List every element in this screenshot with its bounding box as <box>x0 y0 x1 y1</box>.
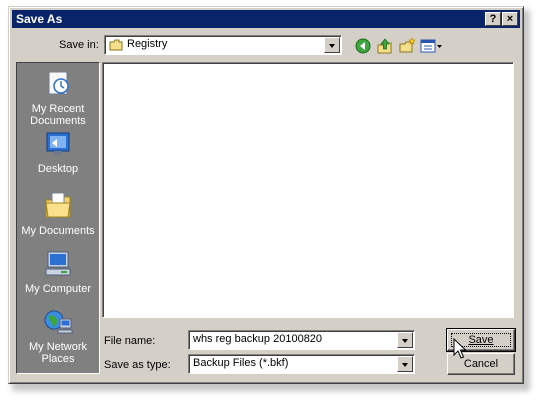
place-my-computer[interactable]: My Computer <box>17 249 99 295</box>
file-name-field[interactable]: whs reg backup 20100820 <box>188 330 415 350</box>
file-name-value: whs reg backup 20100820 <box>193 333 323 345</box>
save-in-label: Save in: <box>59 39 99 51</box>
new-folder-icon[interactable] <box>398 37 416 55</box>
place-desktop[interactable]: Desktop <box>17 129 99 175</box>
save-as-dialog: Save As ? × Save in: Registry My Recent … <box>8 6 524 384</box>
save-in-value: Registry <box>127 38 168 50</box>
places-bar: My Recent Documents Desktop My Documents… <box>16 62 100 374</box>
chevron-down-icon[interactable] <box>397 332 413 348</box>
my-documents-icon <box>17 191 99 221</box>
place-label: My Network Places <box>28 341 88 365</box>
chevron-down-icon[interactable] <box>324 37 340 53</box>
place-recent-documents[interactable]: My Recent Documents <box>17 69 99 127</box>
cancel-button-label: Cancel <box>463 358 499 370</box>
place-label: My Recent Documents <box>30 103 86 127</box>
file-name-label: File name: <box>104 335 156 347</box>
help-button[interactable]: ? <box>485 12 501 26</box>
place-my-documents[interactable]: My Documents <box>17 191 99 237</box>
place-label: My Documents <box>21 225 95 237</box>
title-bar[interactable]: Save As ? × <box>12 10 520 28</box>
up-folder-icon[interactable] <box>376 37 394 55</box>
file-list[interactable] <box>102 62 514 318</box>
recent-documents-icon <box>17 69 99 99</box>
folder-icon <box>109 39 123 54</box>
save-as-type-dropdown[interactable]: Backup Files (*.bkf) <box>188 354 415 374</box>
place-label: My Computer <box>24 283 92 295</box>
place-label: Desktop <box>37 163 79 175</box>
chevron-down-icon[interactable] <box>397 356 413 372</box>
views-menu-icon[interactable] <box>420 37 444 55</box>
save-in-dropdown[interactable]: Registry <box>104 35 342 55</box>
save-as-type-label: Save as type: <box>104 359 171 371</box>
place-network-places[interactable]: My Network Places <box>17 307 99 365</box>
back-icon[interactable] <box>354 37 372 55</box>
my-computer-icon <box>17 249 99 279</box>
network-places-icon <box>17 307 99 337</box>
window-title: Save As <box>16 12 63 26</box>
close-button[interactable]: × <box>502 12 518 26</box>
mouse-pointer-icon <box>453 337 467 363</box>
save-as-type-value: Backup Files (*.bkf) <box>193 357 289 369</box>
desktop-icon <box>17 129 99 159</box>
